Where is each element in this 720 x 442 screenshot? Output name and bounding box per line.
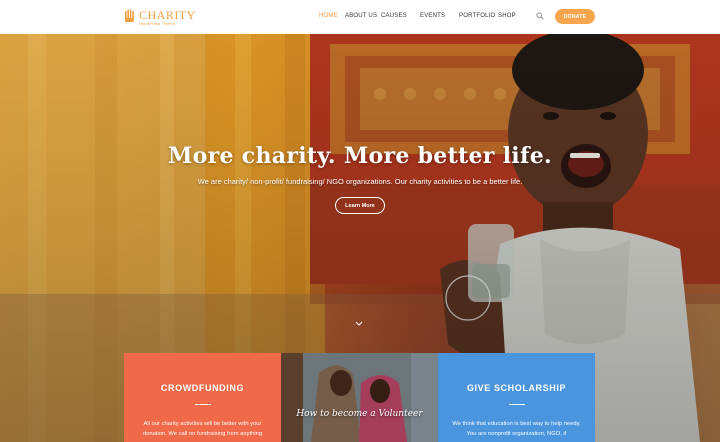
card-divider — [509, 404, 525, 405]
feature-cards: CROWDFUNDING All our charity activities … — [124, 353, 597, 442]
hero-subtitle: We are charity/ non-profit/ fundraising/… — [197, 177, 523, 186]
main-nav: HOME ABOUT US CAUSES EVENTS PORTFOLIO SH… — [0, 12, 720, 22]
crowdfunding-card[interactable]: CROWDFUNDING All our charity activities … — [124, 353, 281, 442]
card-text: All our charity activities will be bette… — [142, 421, 263, 437]
nav-item-causes[interactable]: CAUSES — [381, 12, 407, 20]
site-header: CHARITY WordPress Theme HOME ABOUT US CA… — [0, 0, 720, 34]
volunteer-script-title: How to become a Volunteer — [296, 409, 423, 419]
card-divider — [195, 404, 211, 405]
volunteer-card[interactable]: How to become a Volunteer — [281, 353, 438, 442]
nav-item-shop[interactable]: SHOP — [498, 12, 516, 20]
nav-item-portfolio[interactable]: PORTFOLIO — [459, 12, 495, 20]
nav-item-home[interactable]: HOME — [319, 12, 338, 20]
chevron-down-icon[interactable] — [354, 320, 364, 328]
card-title: GIVE SCHOLARSHIP — [466, 383, 567, 393]
nav-item-events[interactable]: EVENTS — [420, 12, 445, 20]
volunteer-photo — [281, 353, 438, 442]
learn-more-button[interactable]: Learn More — [335, 197, 385, 214]
nav-item-about-us[interactable]: ABOUT US — [345, 12, 377, 20]
scholarship-card[interactable]: GIVE SCHOLARSHIP We think that education… — [438, 353, 595, 442]
hero-title: More charity. More better life. — [168, 143, 552, 169]
donate-button[interactable]: DONATE — [555, 9, 595, 24]
search-icon[interactable] — [536, 12, 544, 20]
card-text: We think that education is best way to h… — [452, 421, 581, 437]
card-title: CROWDFUNDING — [160, 383, 245, 393]
